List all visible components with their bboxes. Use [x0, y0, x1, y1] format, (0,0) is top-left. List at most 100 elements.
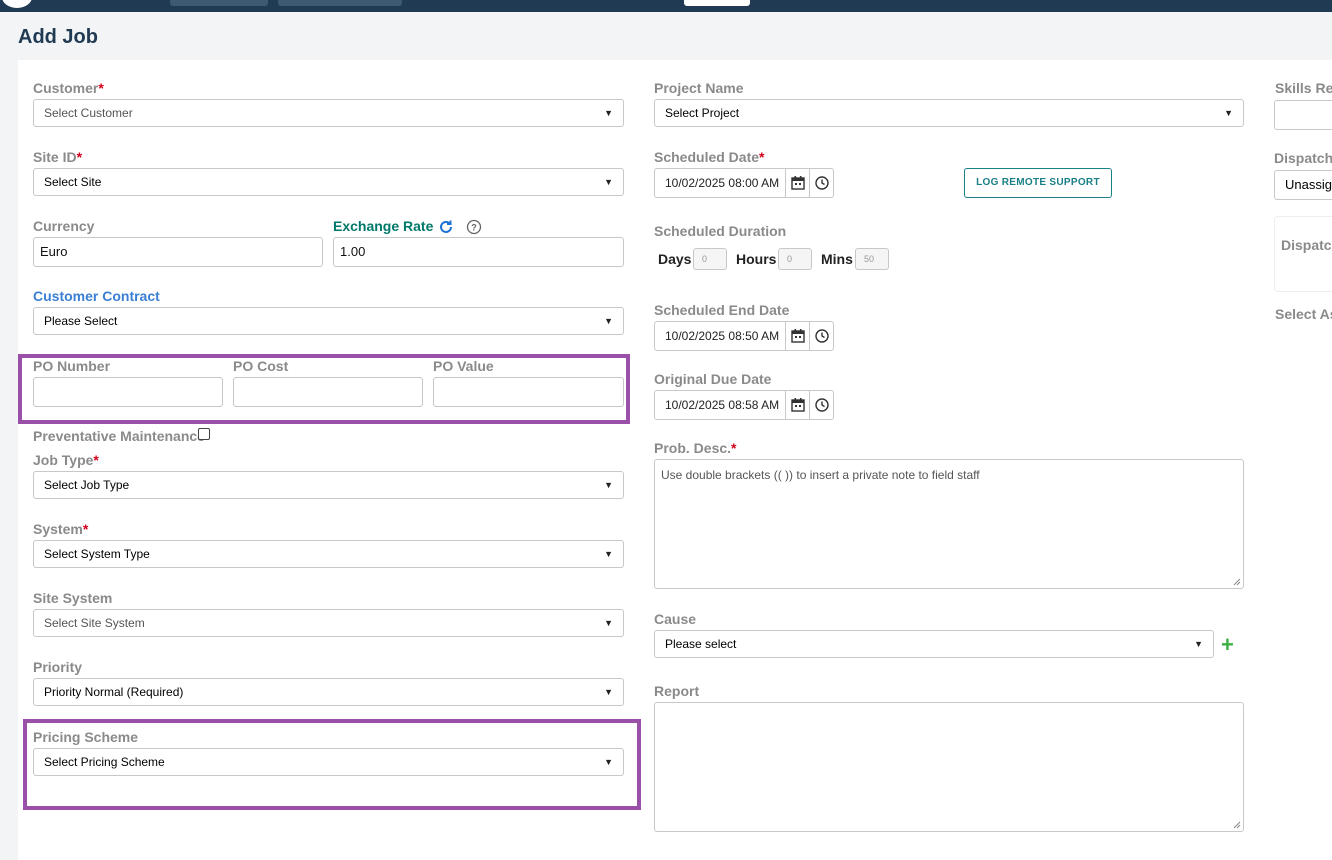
chevron-down-icon: ▼ [604, 108, 613, 118]
site-system-select[interactable]: Select Site System ▼ [33, 609, 624, 637]
dispatch-label: Dispatch [1274, 150, 1332, 166]
po-cost-input[interactable] [233, 377, 423, 407]
chevron-down-icon: ▼ [604, 316, 613, 326]
po-value-label: PO Value [433, 358, 494, 374]
log-remote-support-button[interactable]: LOG REMOTE SUPPORT [964, 168, 1112, 198]
scheduled-date-picker[interactable]: 10/02/2025 08:00 AM [654, 168, 834, 198]
cause-select-value: Please select [665, 637, 737, 651]
scheduled-end-date-value: 10/02/2025 08:50 AM [665, 329, 780, 343]
scheduled-duration-label: Scheduled Duration [654, 223, 787, 239]
skills-required-select[interactable] [1274, 100, 1332, 130]
job-type-label: Job Type* [33, 452, 99, 468]
system-select-value: Select System Type [44, 547, 150, 561]
dispatch-select-value: Unassig [1285, 177, 1332, 192]
currency-input[interactable]: Euro [33, 237, 323, 267]
pricing-scheme-select[interactable]: Select Pricing Scheme ▼ [33, 748, 624, 776]
scheduled-date-label: Scheduled Date* [654, 149, 765, 165]
app-logo[interactable] [2, 0, 32, 8]
nav-tab[interactable] [170, 0, 268, 6]
project-name-select[interactable]: Select Project ▼ [654, 99, 1244, 127]
page-title: Add Job [18, 26, 98, 48]
calendar-icon[interactable] [785, 169, 809, 197]
chevron-down-icon: ▼ [604, 687, 613, 697]
chevron-down-icon: ▼ [1224, 108, 1233, 118]
duration-hours-label: Hours [736, 251, 777, 267]
clock-icon[interactable] [809, 169, 833, 197]
pricing-scheme-label: Pricing Scheme [33, 729, 139, 745]
report-textarea[interactable] [654, 702, 1244, 832]
clock-icon[interactable] [809, 322, 833, 350]
site-id-label: Site ID* [33, 149, 83, 165]
cause-label: Cause [654, 611, 697, 627]
exchange-rate-input[interactable]: 1.00 [333, 237, 624, 267]
scheduled-date-value: 10/02/2025 08:00 AM [665, 176, 780, 190]
duration-days-input[interactable]: 0 [693, 248, 727, 270]
prob-desc-label: Prob. Desc.* [654, 440, 737, 456]
scheduled-end-date-picker[interactable]: 10/02/2025 08:50 AM [654, 321, 834, 351]
chevron-down-icon: ▼ [604, 480, 613, 490]
job-type-select[interactable]: Select Job Type ▼ [33, 471, 624, 499]
chevron-down-icon: ▼ [604, 757, 613, 767]
customer-select[interactable]: Select Customer ▼ [33, 99, 624, 127]
chevron-down-icon: ▼ [604, 549, 613, 559]
top-nav-bar [0, 0, 1332, 12]
resize-handle-icon[interactable] [1233, 821, 1241, 829]
site-id-select-value: Select Site [44, 175, 102, 189]
project-name-select-value: Select Project [665, 106, 740, 120]
po-cost-label: PO Cost [233, 358, 289, 374]
customer-select-placeholder: Select Customer [44, 106, 133, 120]
pricing-scheme-select-value: Select Pricing Scheme [44, 755, 165, 769]
po-value-input[interactable] [433, 377, 624, 407]
dispatch-panel-label: Dispatc [1281, 237, 1332, 253]
select-assets-label: Select As [1275, 306, 1332, 322]
priority-select[interactable]: Priority Normal (Required) ▼ [33, 678, 624, 706]
clock-icon[interactable] [809, 391, 833, 419]
scheduled-end-date-label: Scheduled End Date [654, 302, 790, 318]
original-due-date-picker[interactable]: 10/02/2025 08:58 AM [654, 390, 834, 420]
calendar-icon[interactable] [785, 391, 809, 419]
chevron-down-icon: ▼ [604, 177, 613, 187]
site-id-select[interactable]: Select Site ▼ [33, 168, 624, 196]
chevron-down-icon: ▼ [604, 618, 613, 628]
dispatch-select[interactable]: Unassig [1274, 170, 1332, 200]
site-system-label: Site System [33, 590, 113, 606]
svg-text:?: ? [471, 223, 477, 233]
skills-required-label: Skills Rec [1275, 80, 1332, 96]
customer-contract-select[interactable]: Please Select ▼ [33, 307, 624, 335]
preventative-maintenance-checkbox[interactable] [198, 428, 210, 440]
duration-days-label: Days [658, 251, 692, 267]
refresh-icon[interactable] [438, 219, 454, 235]
priority-label: Priority [33, 659, 83, 675]
duration-mins-input[interactable]: 50 [855, 248, 889, 270]
help-icon[interactable]: ? [466, 219, 482, 235]
customer-contract-select-value: Please Select [44, 314, 118, 328]
report-label: Report [654, 683, 700, 699]
nav-tab[interactable] [278, 0, 402, 6]
original-due-date-label: Original Due Date [654, 371, 772, 387]
po-number-label: PO Number [33, 358, 111, 374]
cause-select[interactable]: Please select ▼ [654, 630, 1214, 658]
system-label: System* [33, 521, 89, 537]
duration-hours-input[interactable]: 0 [778, 248, 812, 270]
nav-button[interactable] [684, 0, 750, 6]
site-system-select-placeholder: Select Site System [44, 616, 145, 630]
project-name-label: Project Name [654, 80, 744, 96]
chevron-down-icon: ▼ [1194, 639, 1203, 649]
po-number-input[interactable] [33, 377, 223, 407]
plus-icon[interactable]: + [1221, 634, 1234, 656]
job-type-select-value: Select Job Type [44, 478, 130, 492]
system-select[interactable]: Select System Type ▼ [33, 540, 624, 568]
prob-desc-textarea[interactable]: Use double brackets (( )) to insert a pr… [654, 459, 1244, 589]
currency-label: Currency [33, 218, 95, 234]
duration-mins-label: Mins [821, 251, 853, 267]
original-due-date-value: 10/02/2025 08:58 AM [665, 398, 780, 412]
customer-label: Customer* [33, 80, 104, 96]
customer-contract-label[interactable]: Customer Contract [33, 288, 160, 304]
job-form-card: Customer* Select Customer ▼ Site ID* Sel… [18, 60, 1332, 860]
exchange-rate-label: Exchange Rate [333, 218, 434, 234]
resize-handle-icon[interactable] [1233, 578, 1241, 586]
calendar-icon[interactable] [785, 322, 809, 350]
prob-desc-placeholder: Use double brackets (( )) to insert a pr… [661, 468, 980, 482]
dispatch-panel: Dispatc [1274, 216, 1332, 292]
priority-select-value: Priority Normal (Required) [44, 685, 184, 699]
